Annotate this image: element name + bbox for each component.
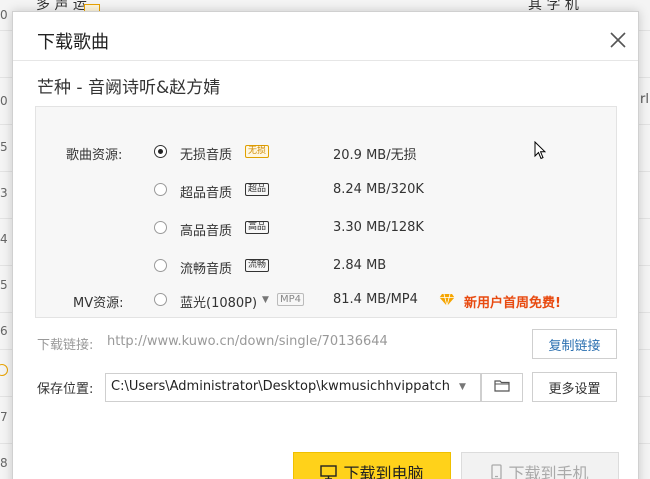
download-link-url[interactable]: http://www.kuwo.cn/down/single/70136644 — [107, 334, 388, 349]
radio-mv-bluray[interactable] — [154, 293, 167, 306]
mv-size: 81.4 MB/MP4 — [333, 292, 418, 307]
mv-format-tag: MP4 — [277, 293, 305, 306]
chevron-down-icon[interactable]: ▼ — [262, 295, 269, 305]
radio-super[interactable] — [154, 183, 167, 196]
option-mv-label[interactable]: 蓝光(1080P) — [180, 292, 257, 311]
folder-icon — [494, 379, 510, 396]
lossless-tag: 无损 — [245, 145, 270, 158]
bg-right-edge-text: rl — [640, 92, 649, 107]
lossless-size: 20.9 MB/无损 — [333, 148, 417, 163]
copy-link-button[interactable]: 复制链接 — [532, 329, 617, 359]
mouse-cursor-icon — [534, 140, 547, 165]
download-to-phone-label: 下载到手机 — [508, 464, 589, 479]
option-high-label[interactable]: 高品音质 — [180, 220, 232, 239]
save-path-field[interactable]: C:\Users\Administrator\Desktop\kwmusichh… — [105, 373, 481, 402]
radio-smooth[interactable] — [154, 259, 167, 272]
download-link-label: 下载链接: — [37, 338, 94, 353]
monitor-icon — [320, 464, 338, 479]
option-smooth-label[interactable]: 流畅音质 — [180, 258, 232, 277]
bg-row-number: 3 — [0, 186, 8, 200]
option-lossless-label[interactable]: 无损音质 — [180, 144, 232, 163]
path-dropdown-icon[interactable]: ▼ — [459, 382, 466, 392]
super-size: 8.24 MB/320K — [333, 182, 424, 197]
download-to-phone-button[interactable]: 下载到手机 — [461, 452, 619, 479]
bg-row-number: 7 — [0, 410, 8, 424]
bg-row-number: 0 — [0, 94, 8, 108]
browse-folder-button[interactable] — [481, 373, 523, 402]
high-size: 3.30 MB/128K — [333, 220, 424, 235]
bg-row-number: 5 — [0, 278, 8, 292]
mv-source-label: MV资源: — [73, 296, 124, 311]
bg-row-number: 4 — [0, 232, 8, 246]
dialog-title: 下载歌曲 — [37, 32, 109, 53]
phone-icon — [491, 464, 503, 479]
song-title: 芒种 - 音阙诗听&赵方婧 — [37, 78, 221, 98]
bg-row-number: 6 — [0, 324, 8, 338]
title-divider — [13, 60, 638, 61]
download-to-pc-button[interactable]: 下载到电脑 — [293, 452, 451, 479]
option-super-label[interactable]: 超品音质 — [180, 182, 232, 201]
quality-panel: 歌曲资源: 无损音质 无损 20.9 MB/无损 超品音质 超品 8.24 MB… — [35, 106, 617, 318]
download-to-pc-label: 下载到电脑 — [343, 464, 424, 479]
close-icon[interactable] — [608, 30, 628, 50]
radio-lossless[interactable] — [154, 145, 167, 158]
bg-row-number: 5 — [0, 140, 8, 154]
download-dialog: 下载歌曲 芒种 - 音阙诗听&赵方婧 歌曲资源: 无损音质 无损 20.9 MB… — [12, 11, 639, 479]
smooth-tag: 流畅 — [245, 259, 270, 272]
smooth-size: 2.84 MB — [333, 258, 387, 273]
save-location-label: 保存位置: — [37, 382, 94, 397]
radio-high[interactable] — [154, 221, 167, 234]
bg-row-number: 0 — [0, 8, 8, 22]
high-tag: 高品 — [245, 221, 270, 234]
song-source-label: 歌曲资源: — [66, 148, 123, 163]
bg-status-icon — [0, 364, 8, 376]
promo-text[interactable]: 新用户首周免费! — [464, 292, 561, 311]
vip-diamond-icon — [439, 292, 455, 311]
super-tag: 超品 — [245, 183, 270, 196]
more-settings-button[interactable]: 更多设置 — [532, 372, 617, 402]
bg-row-number: 8 — [0, 456, 8, 470]
